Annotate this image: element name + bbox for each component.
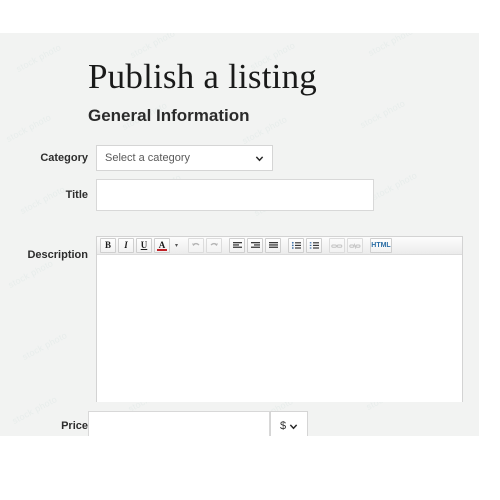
category-label: Category <box>40 152 88 164</box>
align-right-icon <box>250 242 260 248</box>
category-select[interactable]: Select a category <box>96 145 273 171</box>
align-justify-icon <box>268 242 278 248</box>
toolbar-separator <box>282 238 287 253</box>
underline-button[interactable]: U <box>136 238 152 253</box>
price-input[interactable] <box>88 411 270 436</box>
align-right-button[interactable] <box>247 238 263 253</box>
bold-button[interactable]: B <box>100 238 116 253</box>
italic-button[interactable]: I <box>118 238 134 253</box>
toolbar-separator <box>364 238 369 253</box>
toolbar-separator <box>223 238 228 253</box>
editor-toolbar: B I U A ▾ HTML <box>97 237 462 255</box>
screenshot-root: stock photo stock photo stock photo stoc… <box>0 0 500 500</box>
text-color-button[interactable]: A <box>154 238 170 253</box>
currency-select[interactable]: $ <box>270 411 308 436</box>
page-title: Publish a listing <box>88 57 317 96</box>
numbered-list-icon <box>309 242 319 249</box>
toolbar-separator <box>323 238 328 253</box>
align-left-button[interactable] <box>229 238 245 253</box>
link-icon <box>331 244 343 248</box>
section-heading-general-information: General Information <box>88 106 250 125</box>
form-row-price: Price $ <box>0 411 479 436</box>
bullet-list-button[interactable] <box>288 238 304 253</box>
title-input[interactable] <box>96 179 374 211</box>
numbered-list-button[interactable] <box>306 238 322 253</box>
undo-icon <box>192 242 200 246</box>
chevron-down-icon <box>289 423 298 429</box>
html-source-button[interactable]: HTML <box>370 238 392 253</box>
undo-button[interactable] <box>188 238 204 253</box>
unlink-icon <box>349 242 361 249</box>
price-label: Price <box>61 420 88 432</box>
page-panel: stock photo stock photo stock photo stoc… <box>0 33 479 436</box>
align-left-icon <box>232 242 242 248</box>
currency-select-value: $ <box>279 420 287 432</box>
description-rich-text-editor: B I U A ▾ HTML <box>96 236 463 402</box>
description-label: Description <box>27 249 88 261</box>
remove-link-button[interactable] <box>347 238 363 253</box>
description-textarea[interactable] <box>97 255 462 402</box>
form-row-category: Category Select a category <box>0 145 479 171</box>
redo-button[interactable] <box>206 238 222 253</box>
chevron-down-icon <box>255 155 264 161</box>
title-label: Title <box>65 189 88 201</box>
redo-icon <box>210 242 218 246</box>
align-center-button[interactable] <box>265 238 281 253</box>
category-select-value: Select a category <box>105 152 190 164</box>
insert-link-button[interactable] <box>329 238 345 253</box>
text-color-caret-icon[interactable]: ▾ <box>172 238 181 253</box>
bullet-list-icon <box>291 241 301 249</box>
toolbar-separator <box>182 238 187 253</box>
form-row-title: Title <box>0 179 479 211</box>
